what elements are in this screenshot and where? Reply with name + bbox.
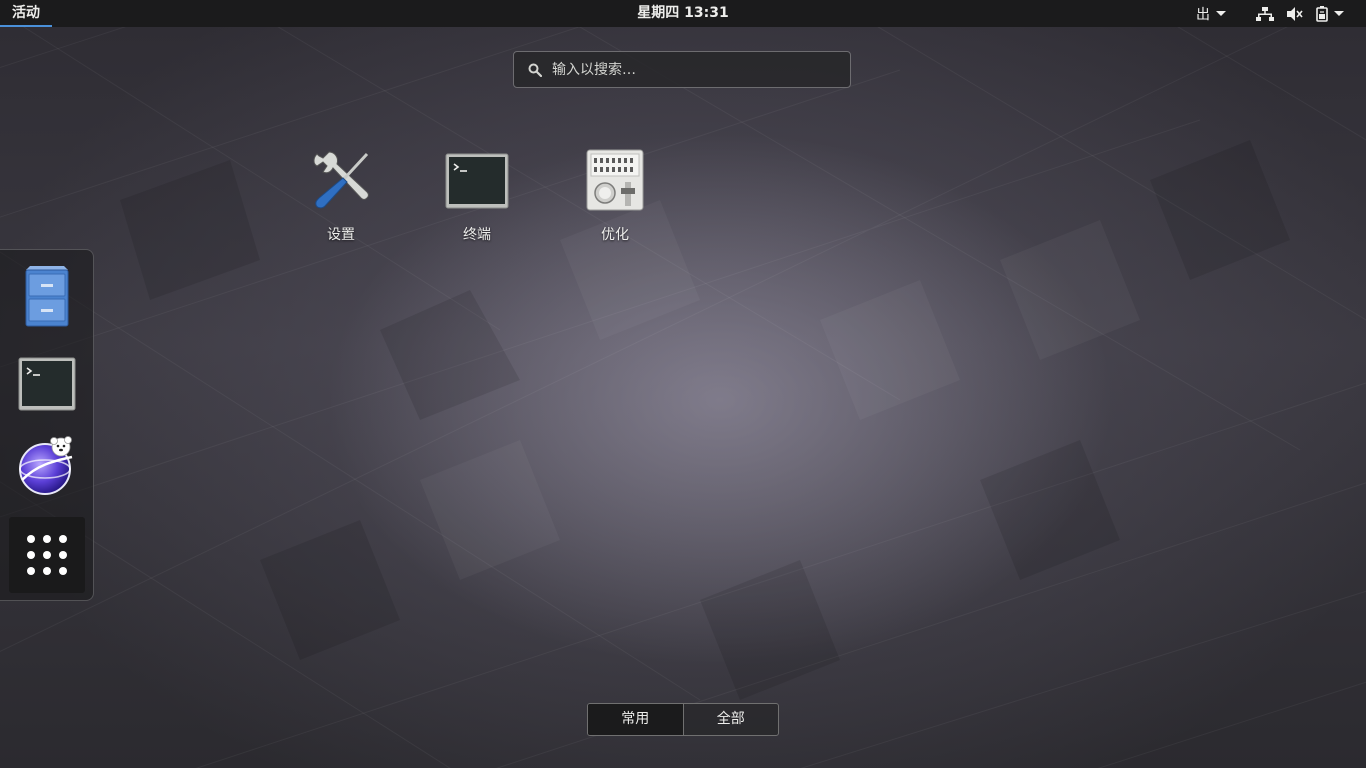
desktop-overview: 活动 星期四 13:31 出 输入以搜索… 设置 终端 优化 常用 全部 <box>0 0 1366 768</box>
app-label-settings: 设置 <box>327 227 355 243</box>
terminal-icon <box>445 153 509 209</box>
dash-item-files[interactable] <box>9 258 85 334</box>
show-applications-button[interactable] <box>9 517 85 593</box>
tweaks-mixer-icon <box>586 149 644 211</box>
all-apps-button[interactable]: 全部 <box>682 704 779 735</box>
input-method-menu[interactable]: 出 <box>1196 0 1226 27</box>
terminal-icon <box>18 357 76 411</box>
search-icon <box>528 63 542 77</box>
app-tile-tweaks[interactable]: 优化 <box>560 144 670 244</box>
clock-button[interactable]: 星期四 13:31 <box>0 0 1366 27</box>
show-applications-grid-icon <box>27 535 67 575</box>
chevron-down-icon <box>1334 11 1344 16</box>
input-method-label: 出 <box>1196 6 1210 23</box>
clock-label: 星期四 13:31 <box>637 5 729 21</box>
search-input[interactable] <box>552 52 842 87</box>
network-wired-icon[interactable] <box>1256 0 1274 27</box>
top-bar: 活动 星期四 13:31 出 <box>0 0 1366 27</box>
search-box[interactable] <box>513 51 851 88</box>
frequent-apps-button[interactable]: 常用 <box>588 704 683 735</box>
volume-muted-icon[interactable] <box>1286 0 1304 27</box>
dash-item-terminal[interactable] <box>9 346 85 422</box>
app-tile-terminal[interactable]: 终端 <box>422 144 532 244</box>
dash-item-web-browser[interactable] <box>9 428 85 504</box>
system-menu[interactable] <box>1316 0 1344 27</box>
battery-icon <box>1316 5 1328 22</box>
file-cabinet-icon <box>25 266 69 327</box>
app-label-tweaks: 优化 <box>601 227 629 243</box>
wallpaper-pattern <box>0 0 1366 768</box>
web-browser-globe-icon <box>19 436 73 495</box>
app-view-switch: 常用 全部 <box>587 703 779 736</box>
app-tile-settings[interactable]: 设置 <box>286 144 396 244</box>
app-label-terminal: 终端 <box>463 227 491 243</box>
chevron-down-icon <box>1216 11 1226 16</box>
dash <box>0 249 94 601</box>
settings-tools-icon <box>313 151 369 209</box>
